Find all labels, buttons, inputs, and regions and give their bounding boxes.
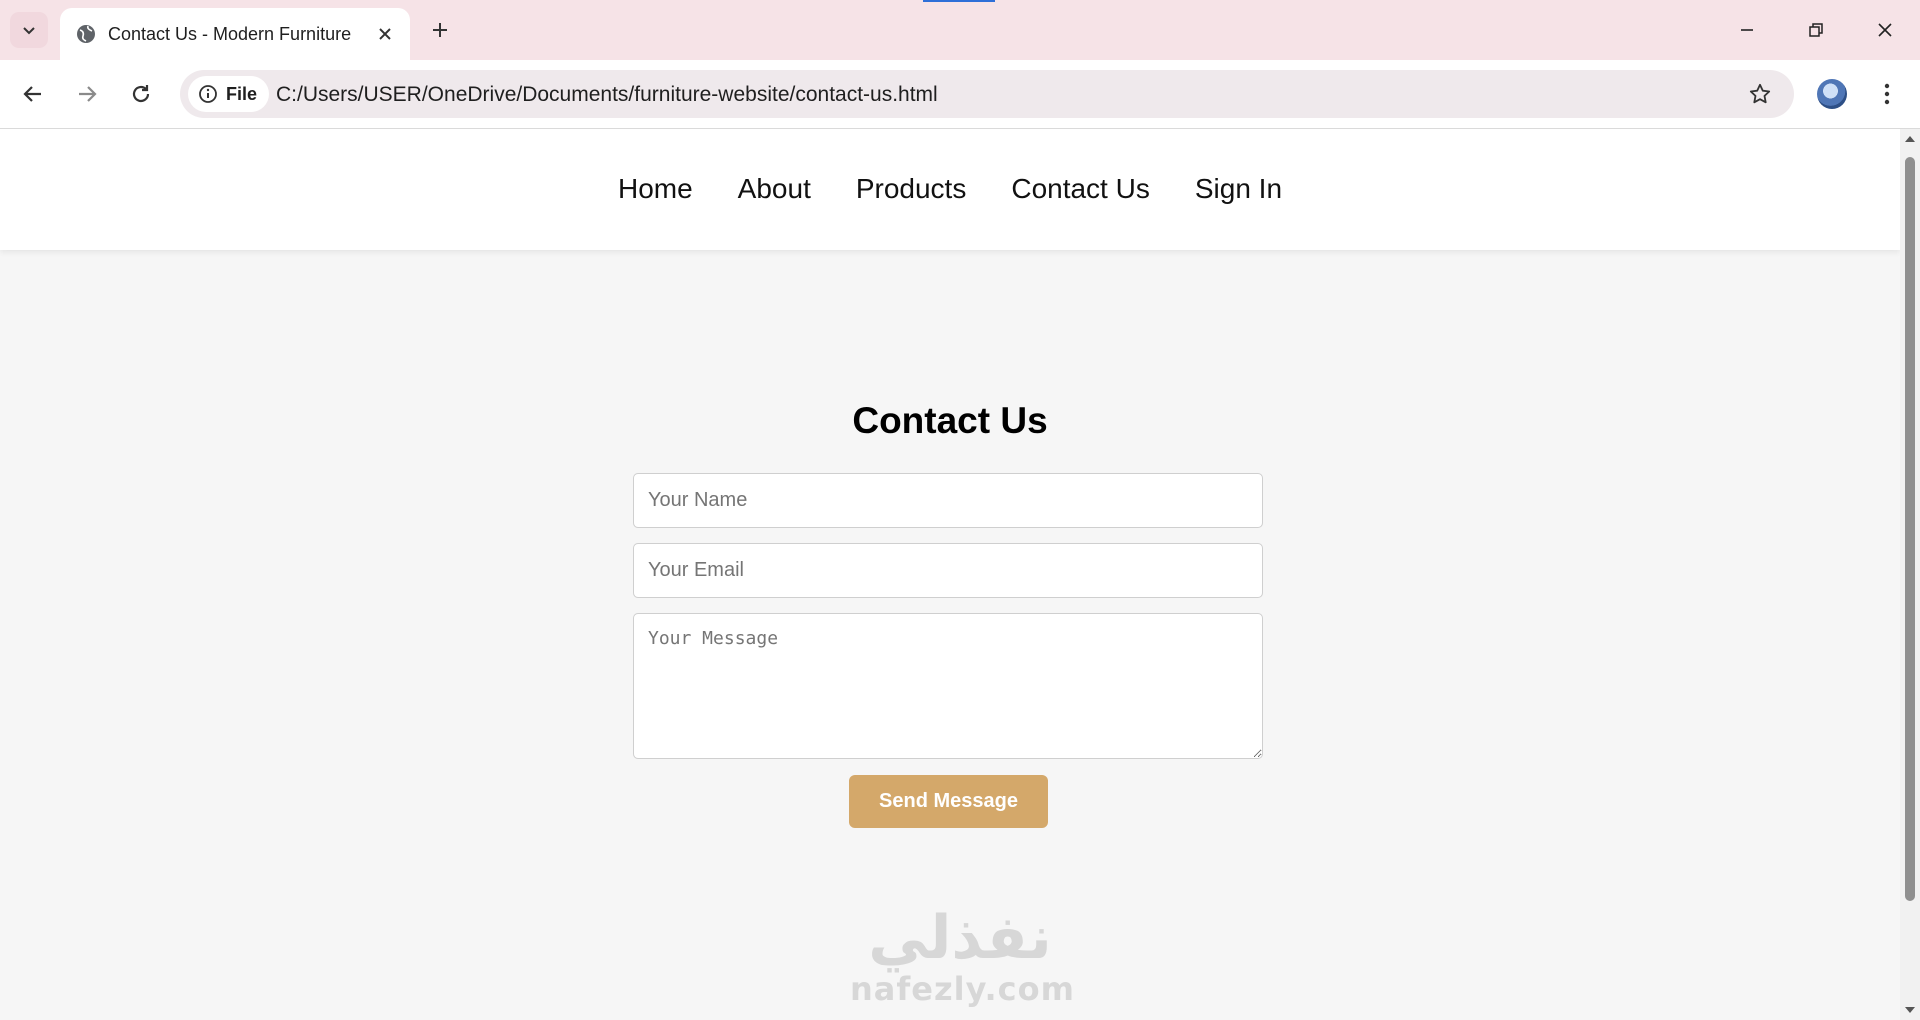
nav-about[interactable]: About: [738, 173, 811, 205]
page-viewport: Home About Products Contact Us Sign In C…: [0, 129, 1900, 1020]
nav-sign-in[interactable]: Sign In: [1195, 173, 1282, 205]
message-textarea[interactable]: [633, 613, 1263, 759]
info-icon: [199, 85, 217, 103]
send-message-button[interactable]: Send Message: [849, 775, 1048, 828]
vertical-scrollbar[interactable]: [1900, 129, 1920, 1020]
browser-tabstrip: Contact Us - Modern Furniture: [0, 0, 1920, 60]
site-navbar: Home About Products Contact Us Sign In: [0, 129, 1900, 250]
site-info-chip[interactable]: File: [188, 76, 270, 112]
forward-icon: [79, 86, 97, 102]
nav-contact-us[interactable]: Contact Us: [1011, 173, 1150, 205]
tab-loading-indicator: [923, 0, 995, 2]
new-tab-button[interactable]: [424, 14, 456, 46]
watermark-arabic: نفذلي: [868, 903, 1052, 973]
page-title: Contact Us: [852, 400, 1048, 441]
more-menu-button[interactable]: [1872, 74, 1902, 114]
profile-avatar[interactable]: [1817, 79, 1847, 109]
chevron-down-icon: [23, 27, 35, 35]
minimize-icon: [1741, 29, 1753, 31]
window-close-button[interactable]: [1858, 8, 1912, 52]
star-icon: [1749, 83, 1771, 104]
restore-button[interactable]: [1789, 8, 1843, 52]
restore-icon: [1809, 23, 1823, 37]
scrollbar-thumb[interactable]: [1905, 157, 1915, 901]
minimize-button[interactable]: [1720, 8, 1774, 52]
more-vert-icon: [1884, 83, 1890, 105]
tab-title: Contact Us - Modern Furniture: [108, 23, 352, 44]
back-button[interactable]: [13, 74, 53, 114]
nav-products[interactable]: Products: [856, 173, 967, 205]
reload-icon: [132, 85, 150, 103]
watermark-logo: نفذلي nafezly.com: [850, 903, 1075, 1015]
nav-home[interactable]: Home: [618, 173, 693, 205]
scroll-up-arrow-icon[interactable]: [1904, 133, 1916, 145]
watermark-latin: nafezly.com: [850, 970, 1075, 1008]
plus-icon: [433, 23, 447, 37]
site-info-label: File: [226, 83, 258, 104]
forward-button[interactable]: [67, 74, 107, 114]
address-bar[interactable]: File C:/Users/USER/OneDrive/Documents/fu…: [180, 70, 1794, 118]
back-icon: [23, 86, 41, 102]
email-input[interactable]: [633, 543, 1263, 598]
name-input[interactable]: [633, 473, 1263, 528]
window-close-icon: [1878, 23, 1892, 37]
reload-button[interactable]: [121, 74, 161, 114]
url-text[interactable]: C:/Users/USER/OneDrive/Documents/furnitu…: [276, 83, 938, 107]
tab-search-button[interactable]: [10, 12, 48, 48]
scroll-down-arrow-icon[interactable]: [1904, 1004, 1916, 1016]
active-tab[interactable]: Contact Us - Modern Furniture: [60, 8, 410, 60]
close-tab-icon[interactable]: [370, 19, 400, 49]
bookmark-star-button[interactable]: [1746, 80, 1774, 108]
globe-icon: [74, 22, 98, 46]
browser-toolbar: File C:/Users/USER/OneDrive/Documents/fu…: [0, 60, 1920, 129]
